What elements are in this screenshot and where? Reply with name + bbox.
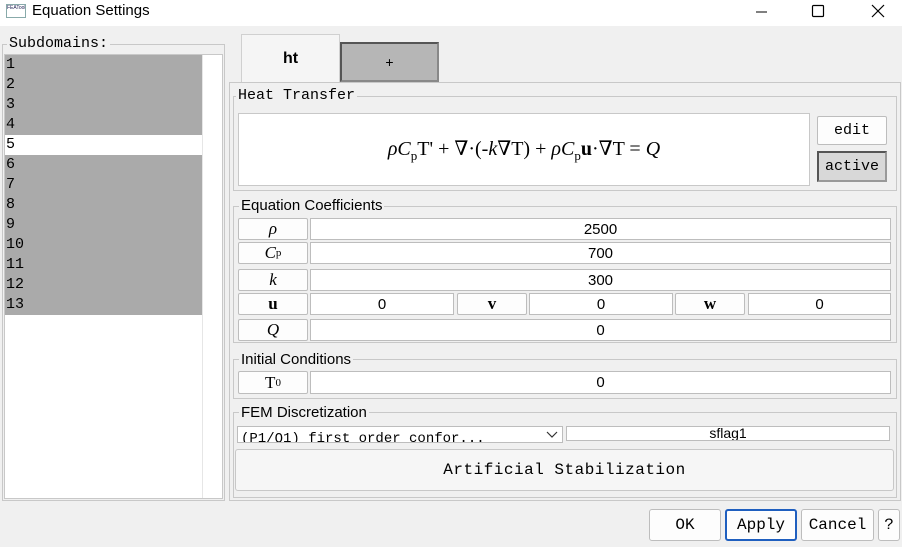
window-title: Equation Settings bbox=[32, 2, 150, 19]
subdomains-list[interactable]: 1 2 3 4 5 6 7 8 9 10 11 12 13 bbox=[4, 54, 223, 499]
subdomains-label: Subdomains: bbox=[7, 35, 111, 52]
w-button[interactable]: w bbox=[675, 293, 745, 315]
q-input[interactable]: 0 bbox=[310, 319, 891, 341]
w-input[interactable]: 0 bbox=[748, 293, 891, 315]
close-button[interactable] bbox=[858, 0, 898, 22]
u-button[interactable]: u bbox=[238, 293, 308, 315]
tab-add[interactable]: + bbox=[340, 42, 439, 82]
v-button[interactable]: v bbox=[457, 293, 527, 315]
initial-conditions-label: Initial Conditions bbox=[239, 351, 354, 368]
t0-button[interactable]: T0 bbox=[238, 371, 308, 394]
maximize-button[interactable] bbox=[798, 0, 838, 22]
rho-input[interactable]: 2500 bbox=[310, 218, 891, 240]
q-button[interactable]: Q bbox=[238, 319, 308, 341]
title-bar: FEATool Equation Settings bbox=[0, 0, 902, 26]
v-input[interactable]: 0 bbox=[529, 293, 673, 315]
subdomain-item[interactable]: 1 bbox=[5, 55, 202, 75]
subdomain-item[interactable]: 2 bbox=[5, 75, 202, 95]
rho-button[interactable]: ρ bbox=[238, 218, 308, 240]
subdomains-scrollbar[interactable] bbox=[202, 55, 222, 498]
subdomain-item[interactable]: 10 bbox=[5, 235, 202, 255]
coefficients-label: Equation Coefficients bbox=[239, 197, 385, 214]
close-icon bbox=[871, 4, 885, 18]
subdomain-item[interactable]: 9 bbox=[5, 215, 202, 235]
t0-input[interactable]: 0 bbox=[310, 371, 891, 394]
subdomain-item[interactable]: 8 bbox=[5, 195, 202, 215]
maximize-icon bbox=[811, 4, 825, 18]
minimize-icon bbox=[756, 11, 767, 13]
subdomain-item[interactable]: 11 bbox=[5, 255, 202, 275]
equation-display: ρCpT' + ∇·(-k∇T) + ρCpu·∇T = Q bbox=[238, 113, 810, 186]
k-input[interactable]: 300 bbox=[310, 269, 891, 291]
fem-label: FEM Discretization bbox=[239, 404, 369, 421]
sflag-input[interactable]: sflag1 bbox=[566, 426, 890, 441]
active-toggle[interactable]: active bbox=[817, 151, 887, 182]
subdomain-item[interactable]: 5 bbox=[5, 135, 202, 155]
subdomain-item[interactable]: 13 bbox=[5, 295, 202, 315]
equation-text: ρCpT' + ∇·(-k∇T) + ρCpu·∇T = Q bbox=[387, 135, 661, 163]
cancel-button[interactable]: Cancel bbox=[801, 509, 874, 541]
subdomain-item[interactable]: 12 bbox=[5, 275, 202, 295]
heat-transfer-label: Heat Transfer bbox=[236, 87, 358, 104]
help-button[interactable]: ? bbox=[878, 509, 900, 541]
fem-select-value: (P1/Q1) first order confor... bbox=[241, 431, 485, 443]
artificial-stabilization-button[interactable]: Artificial Stabilization bbox=[235, 449, 894, 491]
subdomain-item[interactable]: 6 bbox=[5, 155, 202, 175]
subdomain-item[interactable]: 3 bbox=[5, 95, 202, 115]
cp-input[interactable]: 700 bbox=[310, 242, 891, 264]
app-icon: FEATool bbox=[6, 4, 26, 18]
minimize-button[interactable] bbox=[742, 0, 782, 22]
chevron-down-icon bbox=[546, 431, 558, 438]
u-input[interactable]: 0 bbox=[310, 293, 454, 315]
tab-ht[interactable]: ht bbox=[241, 34, 340, 82]
cp-button[interactable]: Cp bbox=[238, 242, 308, 264]
ok-button[interactable]: OK bbox=[649, 509, 721, 541]
subdomain-item[interactable]: 4 bbox=[5, 115, 202, 135]
subdomain-item[interactable]: 7 bbox=[5, 175, 202, 195]
fem-discretization-select[interactable]: (P1/Q1) first order confor... bbox=[237, 426, 563, 443]
k-button[interactable]: k bbox=[238, 269, 308, 291]
apply-button[interactable]: Apply bbox=[725, 509, 797, 541]
edit-button[interactable]: edit bbox=[817, 116, 887, 145]
